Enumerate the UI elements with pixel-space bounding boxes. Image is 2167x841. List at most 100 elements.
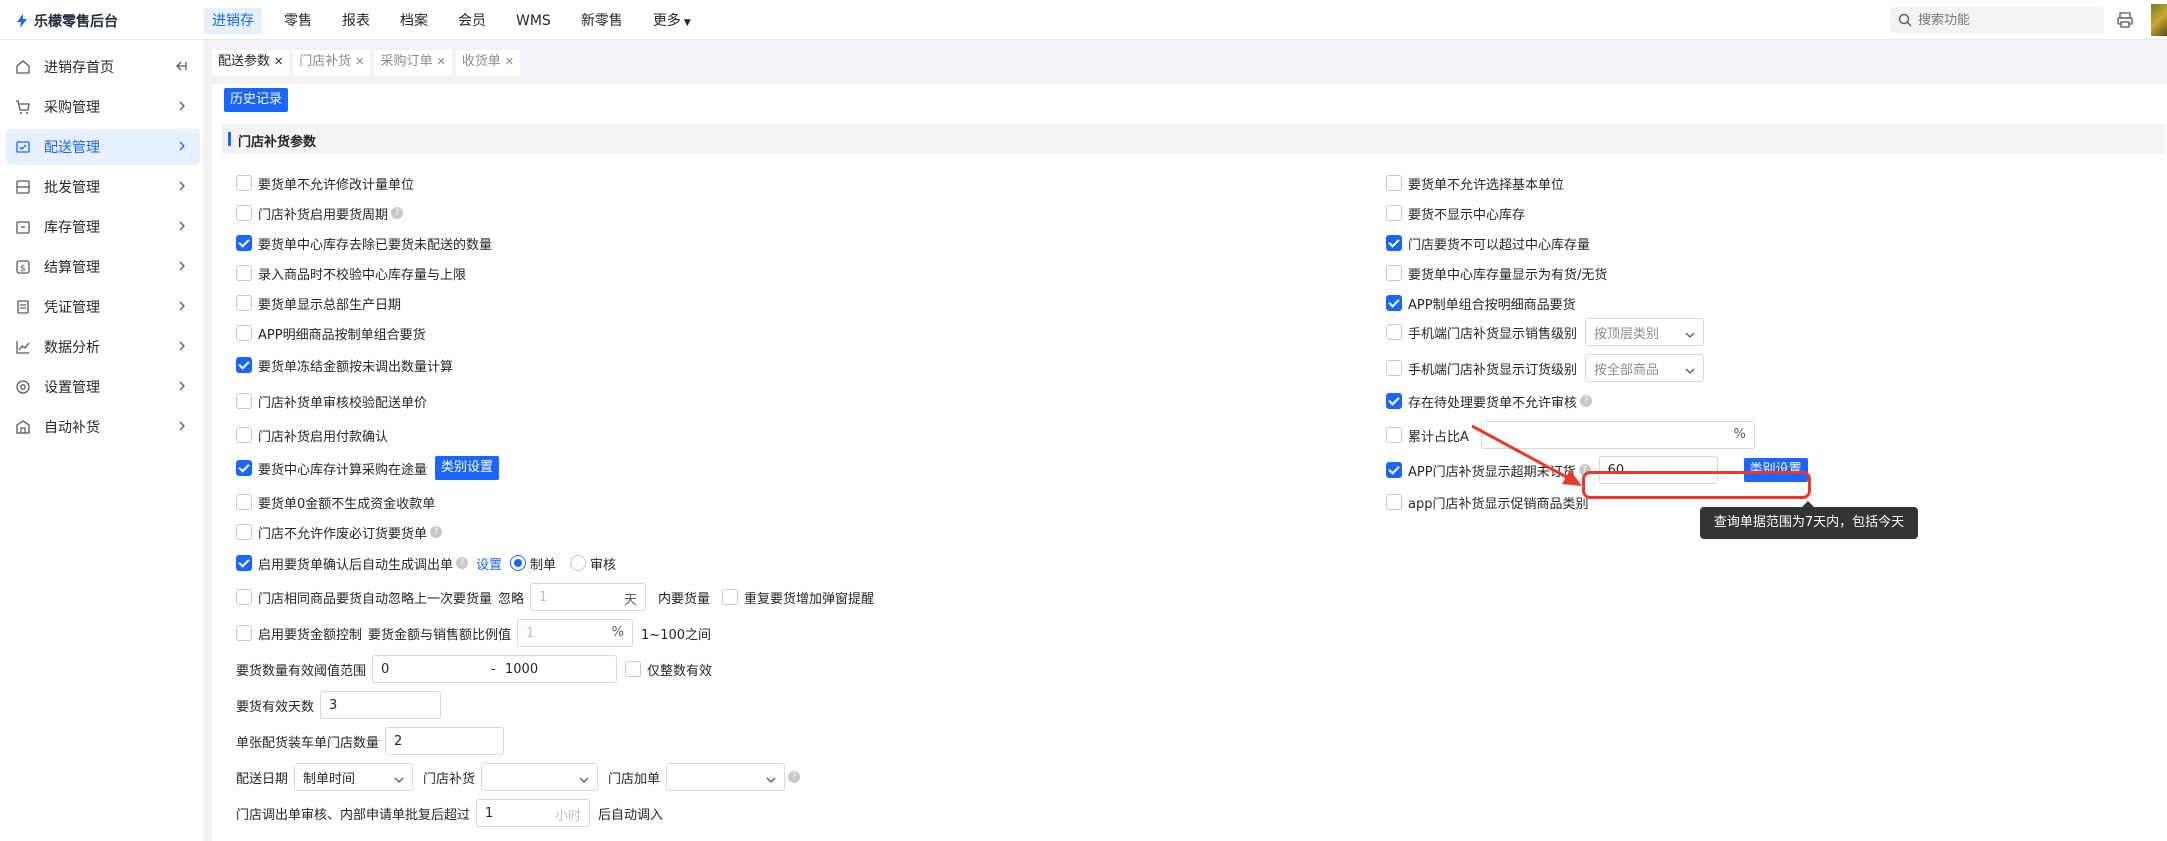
date-select[interactable]: 制单时间 xyxy=(294,763,414,791)
option-checkbox[interactable] xyxy=(1386,427,1402,443)
chart-icon xyxy=(14,338,32,356)
printer-icon[interactable] xyxy=(2116,11,2134,29)
nav-new-retail[interactable]: 新零售 xyxy=(573,8,631,34)
option-checkbox[interactable] xyxy=(1386,295,1402,311)
tab-distribution-params[interactable]: 配送参数 ✕ xyxy=(212,50,290,76)
sidebar-item-distribution[interactable]: 配送管理 xyxy=(6,129,200,165)
sidebar-item-voucher[interactable]: 凭证管理 xyxy=(6,289,200,325)
option-label: 门店不允许作废必订货要货单 xyxy=(258,526,428,542)
close-icon[interactable]: ✕ xyxy=(436,55,445,68)
avatar[interactable] xyxy=(2151,4,2167,36)
option-checkbox[interactable] xyxy=(236,205,252,221)
chevron-down-icon xyxy=(394,773,404,788)
option-checkbox[interactable] xyxy=(1386,235,1402,251)
date-row: 配送日期 制单时间 门店补货 门店加单 ? xyxy=(236,763,801,791)
option-checkbox[interactable] xyxy=(236,460,252,476)
option-checkbox[interactable] xyxy=(236,357,252,373)
sidebar-item-analytics[interactable]: 数据分析 xyxy=(6,329,200,365)
search-box[interactable] xyxy=(1890,7,2104,33)
option-checkbox[interactable] xyxy=(236,524,252,540)
settings-icon xyxy=(14,378,32,396)
sidebar-item-settings[interactable]: 设置管理 xyxy=(6,369,200,405)
radio-make[interactable] xyxy=(510,555,527,571)
option-checkbox[interactable] xyxy=(236,494,252,510)
sidebar-item-purchase[interactable]: 采购管理 xyxy=(6,89,200,125)
auto-out-setting-link[interactable]: 设置 xyxy=(476,554,502,573)
option-checkbox[interactable] xyxy=(1386,175,1402,191)
option-label: 要货单显示总部生产日期 xyxy=(258,297,402,313)
ignore-days-input[interactable]: 1天 xyxy=(530,583,647,611)
cart-icon xyxy=(14,98,32,116)
nav-archive[interactable]: 档案 xyxy=(392,8,436,34)
option-checkbox[interactable] xyxy=(236,555,252,571)
auto-in-unit: 小时 xyxy=(555,809,582,824)
tab-purchase-order[interactable]: 采购订单 ✕ xyxy=(374,50,452,76)
option-row: 录入商品时不校验中心库存量与上限 xyxy=(236,261,466,285)
close-icon[interactable]: ✕ xyxy=(274,55,283,68)
option-checkbox[interactable] xyxy=(1386,462,1402,478)
nav-member[interactable]: 会员 xyxy=(450,8,494,34)
chevron-down-icon xyxy=(766,773,776,788)
option-checkbox[interactable] xyxy=(1386,205,1402,221)
ignore-days-unit: 天 xyxy=(624,593,638,608)
help-icon[interactable]: ? xyxy=(391,207,404,219)
option-checkbox[interactable] xyxy=(236,235,252,251)
option-label: 门店要货不可以超过中心库存量 xyxy=(1408,237,1591,253)
ignore-label: 门店相同商品要货自动忽略上一次要货量 xyxy=(258,591,493,607)
sidebar-item-wholesale[interactable]: 批发管理 xyxy=(6,169,200,205)
auto-in-input[interactable]: 1 小时 xyxy=(476,799,591,827)
option-checkbox[interactable] xyxy=(1386,494,1402,510)
option-checkbox[interactable] xyxy=(236,393,252,409)
repeat-label: 重复要货增加弹窗提醒 xyxy=(744,591,875,607)
amount-checkbox[interactable] xyxy=(236,625,252,641)
sidebar-item-auto-replenish[interactable]: 自动补货 xyxy=(6,409,200,445)
replenish-select[interactable] xyxy=(481,763,599,791)
app-logo[interactable]: 乐檬零售后台 xyxy=(14,11,118,31)
collapse-icon[interactable] xyxy=(174,59,188,77)
option-checkbox[interactable] xyxy=(236,295,252,311)
option-label: 要货单冻结金额按未调出数量计算 xyxy=(258,359,454,375)
option-checkbox[interactable] xyxy=(1386,324,1402,340)
option-checkbox[interactable] xyxy=(1386,265,1402,281)
ignore-checkbox[interactable] xyxy=(236,589,252,605)
sidebar-item-label: 库存管理 xyxy=(44,220,100,236)
nav-wms[interactable]: WMS xyxy=(508,8,559,34)
close-icon[interactable]: ✕ xyxy=(355,55,364,68)
sales-level-select[interactable]: 按顶层类别 xyxy=(1585,318,1705,346)
radio-audit[interactable] xyxy=(570,555,587,571)
nav-more[interactable]: 更多 ▼ xyxy=(645,8,699,34)
history-button[interactable]: 历史记录 xyxy=(224,88,289,112)
nav-jinxiaocun[interactable]: 进销存 xyxy=(204,8,262,34)
option-row: 要货单中心库存量显示为有货/无货 xyxy=(1386,261,1607,285)
range-input[interactable]: 0 - 1000 xyxy=(372,655,618,683)
option-checkbox[interactable] xyxy=(236,175,252,191)
radio-audit-label: 审核 xyxy=(590,557,617,573)
category-setting-button[interactable]: 类别设置 xyxy=(435,456,500,480)
integer-checkbox[interactable] xyxy=(625,661,642,677)
repeat-checkbox[interactable] xyxy=(722,589,739,605)
search-input[interactable] xyxy=(1918,12,2098,28)
tab-store-replenish[interactable]: 门店补货 ✕ xyxy=(293,50,371,76)
add-order-select[interactable] xyxy=(666,763,786,791)
help-icon[interactable]: ? xyxy=(456,557,469,569)
amount-ratio-input[interactable]: 1% xyxy=(517,619,634,647)
help-icon[interactable]: ? xyxy=(430,526,443,538)
sidebar-item-home[interactable]: 进销存首页 xyxy=(6,49,200,85)
help-icon[interactable]: ? xyxy=(1580,395,1593,407)
option-checkbox[interactable] xyxy=(1386,393,1402,409)
option-checkbox[interactable] xyxy=(236,265,252,281)
tab-receipt[interactable]: 收货单 ✕ xyxy=(455,50,520,76)
sidebar-item-inventory[interactable]: 库存管理 xyxy=(6,209,200,245)
sidebar-item-settlement[interactable]: $ 结算管理 xyxy=(6,249,200,285)
option-checkbox[interactable] xyxy=(236,325,252,341)
days-input[interactable]: 3 xyxy=(320,691,442,719)
help-icon[interactable]: ? xyxy=(788,771,801,783)
stores-input[interactable]: 2 xyxy=(385,727,505,755)
option-checkbox[interactable] xyxy=(1386,360,1402,376)
nav-retail[interactable]: 零售 xyxy=(276,8,320,34)
close-icon[interactable]: ✕ xyxy=(505,55,514,68)
option-row: 要货单中心库存去除已要货未配送的数量 xyxy=(236,231,492,255)
order-level-select[interactable]: 按全部商品 xyxy=(1585,354,1705,382)
option-checkbox[interactable] xyxy=(236,427,252,443)
nav-report[interactable]: 报表 xyxy=(334,8,378,34)
